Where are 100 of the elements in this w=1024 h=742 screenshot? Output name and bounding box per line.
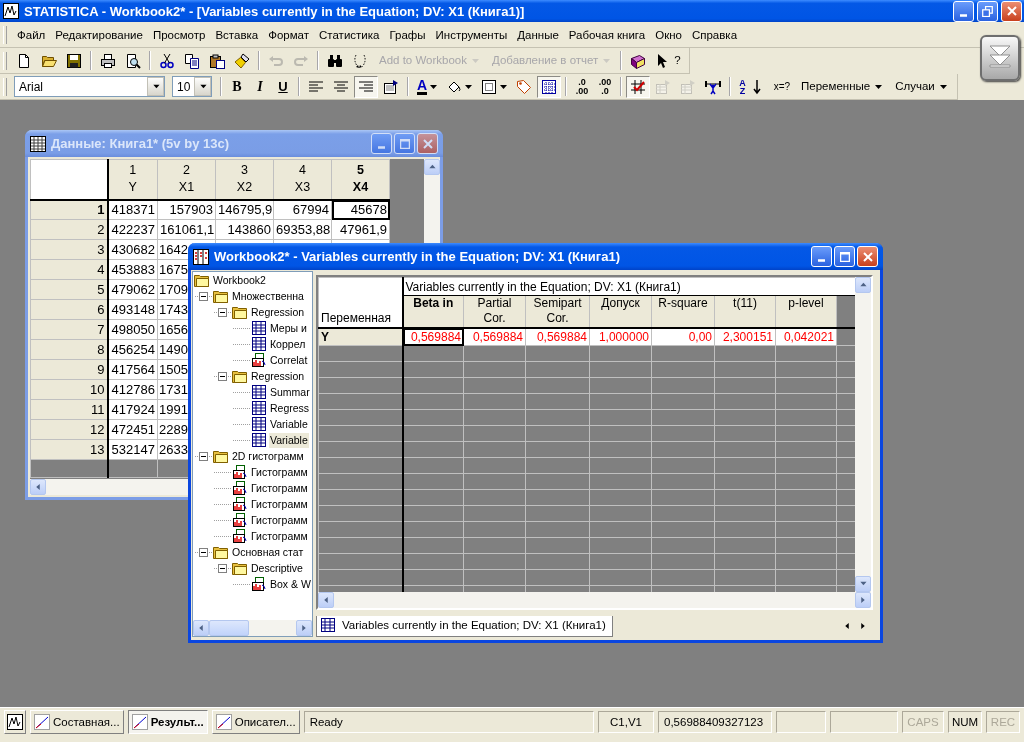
tree-item[interactable]: Regression (250, 368, 306, 384)
menu-item[interactable]: Редактирование (50, 25, 148, 44)
column-header[interactable]: Beta in (402, 295, 464, 328)
menu-item[interactable]: Графы (384, 25, 431, 44)
menu-item[interactable]: Данные (512, 25, 564, 44)
minimize-button[interactable] (811, 246, 832, 267)
scroll-left-button[interactable] (30, 479, 46, 495)
column-header[interactable]: 1 Y (107, 159, 158, 200)
column-header[interactable]: p-level (775, 295, 837, 328)
menu-item[interactable]: Рабочая книга (563, 25, 651, 44)
menu-item[interactable]: Окно (650, 25, 687, 44)
row-header[interactable]: 13 (30, 439, 108, 460)
row-header[interactable]: 6 (30, 299, 108, 320)
collapse-icon[interactable] (199, 291, 208, 301)
italic-button[interactable]: I (249, 75, 271, 98)
grid-check-button[interactable] (626, 75, 651, 98)
close-button[interactable] (1001, 0, 1022, 22)
tree-item[interactable]: Summar (269, 384, 311, 400)
row-header[interactable]: 4 (30, 259, 108, 280)
row-header[interactable]: 8 (30, 339, 108, 360)
sheet-tab[interactable]: Variables currently in the Equation; DV: X1 (Книга1) (316, 615, 613, 637)
maximize-button[interactable] (834, 246, 855, 267)
formula-button[interactable]: x=? (769, 75, 795, 98)
dropdown-button[interactable]: Переменные (795, 75, 889, 98)
font-name-field[interactable]: Arial (14, 76, 165, 97)
column-header[interactable]: 5 X4 (331, 159, 390, 200)
tree-item[interactable]: Descriptive (250, 560, 304, 576)
task-button[interactable]: Результ... (127, 710, 208, 734)
collapse-icon[interactable] (199, 451, 208, 461)
scroll-thumb[interactable] (209, 620, 249, 636)
close-button[interactable] (417, 133, 438, 154)
horizontal-scrollbar[interactable] (318, 592, 871, 608)
dropdown-arrow-button[interactable] (147, 77, 164, 96)
row-header[interactable]: 7 (30, 319, 108, 340)
row-header[interactable]: 9 (30, 359, 108, 380)
underline-button[interactable]: U (272, 75, 294, 98)
column-header[interactable]: Semipart Cor. (525, 295, 590, 328)
menu-item[interactable]: Справка (686, 25, 743, 44)
row-header[interactable]: 1 (30, 199, 108, 220)
row-header[interactable]: 2 (30, 219, 108, 240)
tree-item[interactable]: Гистограмм (250, 480, 309, 496)
scroll-up-button[interactable] (424, 159, 440, 175)
collapse-icon[interactable] (218, 307, 227, 317)
grid-button[interactable] (537, 75, 562, 98)
scroll-up-button[interactable] (855, 277, 871, 293)
font-color-button[interactable]: A (413, 75, 442, 98)
column-header[interactable]: 4 X3 (273, 159, 332, 200)
tree-item[interactable]: Variable (269, 432, 309, 448)
tree-item[interactable]: 2D гистограмм (231, 448, 305, 464)
app-button[interactable] (4, 710, 26, 734)
row-header[interactable]: 10 (30, 379, 108, 400)
collapse-icon[interactable] (218, 563, 227, 573)
column-header[interactable]: 2 X1 (157, 159, 216, 200)
scroll-right-button[interactable] (855, 592, 871, 608)
font-size-field[interactable]: 10 (172, 76, 212, 97)
column-header[interactable]: 3 X2 (215, 159, 274, 200)
scroll-down-button[interactable] (855, 576, 871, 592)
menu-item[interactable]: Формат (263, 25, 315, 44)
menu-item[interactable]: Статистика (314, 25, 385, 44)
column-header[interactable]: t(11) (714, 295, 776, 328)
menu-item[interactable]: Файл (12, 25, 51, 44)
tree-item[interactable]: Гистограмм (250, 464, 309, 480)
task-button[interactable]: Составная... (30, 710, 124, 734)
dropdown-arrow-button[interactable] (194, 77, 211, 96)
minimize-button[interactable] (371, 133, 392, 154)
tree-item[interactable]: Коррел (269, 336, 307, 352)
restore-button[interactable] (977, 0, 998, 22)
collapse-icon[interactable] (199, 547, 208, 557)
menu-item[interactable]: Вставка (210, 25, 264, 44)
decimals-button[interactable]: .0 .00 (571, 75, 594, 98)
decimals-button[interactable]: .00 .0 (594, 75, 617, 98)
column-header[interactable]: Допуск (589, 295, 652, 328)
row-header[interactable]: 5 (30, 279, 108, 300)
tree-item[interactable]: Box & W (269, 576, 312, 592)
tree-item[interactable]: Гистограмм (250, 496, 309, 512)
help-button[interactable]: ? (651, 49, 685, 72)
sort-button[interactable]: A Z (735, 75, 769, 98)
tree-item[interactable]: Regress (269, 400, 311, 416)
column-header[interactable]: Partial Cor. (463, 295, 526, 328)
row-header[interactable]: 3 (30, 239, 108, 260)
close-button[interactable] (857, 246, 878, 267)
task-button[interactable]: Описател... (211, 710, 300, 734)
tree-item[interactable]: Основная стат (231, 544, 305, 560)
tree-item[interactable]: Variable (269, 416, 309, 432)
scroll-right-button[interactable] (296, 620, 312, 636)
horizontal-scrollbar[interactable] (193, 620, 312, 636)
scroll-left-button[interactable] (318, 592, 334, 608)
tree-item[interactable]: Regression (250, 304, 306, 320)
chevron-button[interactable] (980, 35, 1020, 81)
tree-item[interactable]: Меры и (269, 320, 308, 336)
bold-button[interactable]: B (226, 75, 248, 98)
align-right-button[interactable] (354, 75, 378, 98)
menu-item[interactable]: Просмотр (147, 25, 211, 44)
collapse-icon[interactable] (218, 371, 227, 381)
row-header[interactable]: 12 (30, 419, 108, 440)
column-header[interactable]: R-square (651, 295, 715, 328)
tree-item[interactable]: Гистограмм (250, 512, 309, 528)
dropdown-button[interactable]: Случаи (889, 75, 953, 98)
tree-item[interactable]: Гистограмм (250, 528, 309, 544)
row-header[interactable]: 11 (30, 399, 108, 420)
